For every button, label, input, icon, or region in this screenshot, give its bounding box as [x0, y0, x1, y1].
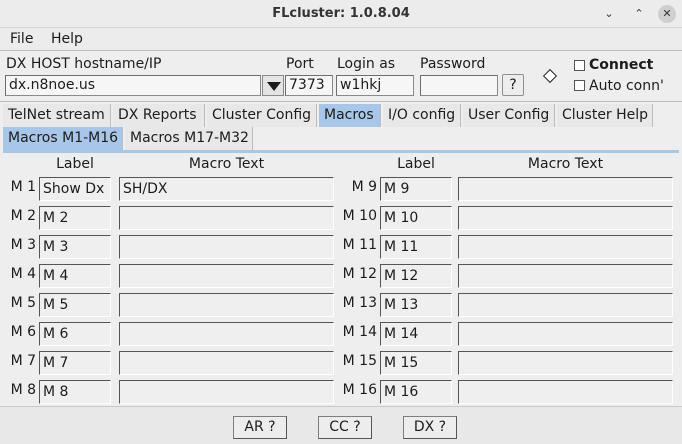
macro-text-input[interactable] — [458, 235, 673, 259]
macro-row-id: M 16 — [342, 382, 377, 398]
macro-label-input[interactable]: M 3 — [39, 235, 111, 259]
tab-user-config[interactable]: User Config — [463, 104, 555, 127]
tab-macros-m1-m16[interactable]: Macros M1-M16 — [3, 127, 123, 150]
bottom-button-bar: AR ? CC ? DX ? — [0, 406, 682, 444]
macro-text-input[interactable] — [458, 264, 673, 288]
macro-text-input[interactable] — [119, 322, 334, 346]
macro-row-id: M 11 — [342, 237, 377, 253]
minimize-icon[interactable]: ⌄ — [600, 5, 618, 23]
macro-text-input[interactable] — [458, 380, 673, 404]
macro-subtabbar: Macros M1-M16 Macros M17-M32 — [3, 127, 679, 150]
auto-connect-checkbox[interactable] — [574, 80, 585, 91]
macro-row-id: M 7 — [10, 353, 36, 369]
macro-label-input[interactable]: M 5 — [39, 293, 111, 317]
tab-cluster-help[interactable]: Cluster Help — [557, 104, 653, 127]
macro-label-input[interactable]: M 13 — [380, 293, 452, 317]
dx-help-button[interactable]: DX ? — [403, 416, 457, 439]
password-label: Password — [420, 56, 486, 72]
ar-help-button[interactable]: AR ? — [233, 416, 287, 439]
macro-row-id: M 6 — [10, 324, 36, 340]
tab-io-config[interactable]: I/O config — [383, 104, 461, 127]
macro-row-id: M 12 — [342, 266, 377, 282]
macro-label-input[interactable]: M 6 — [39, 322, 111, 346]
connect-checkbox[interactable] — [574, 60, 585, 71]
macro-label-input[interactable]: M 2 — [39, 206, 111, 230]
close-icon[interactable]: ✕ — [658, 5, 676, 23]
title-bar: FLcluster: 1.0.8.04 ⌄ ⌃ ✕ — [0, 0, 682, 28]
host-dropdown-button[interactable] — [262, 75, 284, 96]
tab-macros[interactable]: Macros — [319, 104, 381, 127]
macro-row-id: M 13 — [342, 295, 377, 311]
right-label-header: Label — [397, 156, 435, 172]
macro-text-input[interactable] — [119, 206, 334, 230]
macro-text-input[interactable] — [458, 206, 673, 230]
password-help-button[interactable]: ? — [502, 74, 524, 96]
port-label: Port — [286, 56, 314, 72]
macro-label-input[interactable]: M 10 — [380, 206, 452, 230]
subtab-underline — [3, 150, 679, 153]
macro-text-input[interactable] — [458, 322, 673, 346]
menu-bar: File Help — [0, 28, 682, 50]
window-title: FLcluster: 1.0.8.04 — [272, 6, 410, 21]
left-label-header: Label — [56, 156, 94, 172]
right-macro-text-header: Macro Text — [527, 156, 604, 172]
macro-label-input[interactable]: M 8 — [39, 380, 111, 404]
macro-label-input[interactable]: M 9 — [380, 177, 452, 201]
connect-label: Connect — [589, 57, 654, 73]
macro-text-input[interactable] — [119, 264, 334, 288]
macro-text-input[interactable]: SH/DX — [119, 177, 334, 201]
menu-divider — [0, 50, 682, 51]
macro-text-input[interactable] — [119, 351, 334, 375]
tab-macros-m17-m32[interactable]: Macros M17-M32 — [125, 127, 253, 150]
tab-telnet-stream[interactable]: TelNet stream — [3, 104, 111, 127]
tab-dx-reports[interactable]: DX Reports — [113, 104, 205, 127]
main-tabbar: TelNet stream DX Reports Cluster Config … — [3, 104, 679, 127]
macro-text-input[interactable] — [119, 380, 334, 404]
tab-cluster-config[interactable]: Cluster Config — [207, 104, 317, 127]
auto-connect-label: Auto conn' — [589, 78, 664, 94]
menu-file[interactable]: File — [8, 28, 35, 50]
macro-label-input[interactable]: M 14 — [380, 322, 452, 346]
macro-row-id: M 14 — [342, 324, 377, 340]
login-input[interactable]: w1hkj — [336, 75, 414, 96]
macro-row-id: M 15 — [342, 353, 377, 369]
macro-row-id: M 8 — [10, 382, 36, 398]
maximize-icon[interactable]: ⌃ — [630, 5, 648, 23]
host-divider — [0, 101, 682, 102]
macro-row-id: M 1 — [10, 179, 36, 195]
macro-row-id: M 4 — [10, 266, 36, 282]
macro-row-id: M 9 — [351, 179, 377, 195]
macro-text-input[interactable] — [119, 293, 334, 317]
macro-label-input[interactable]: Show Dx — [39, 177, 111, 201]
macro-label-input[interactable]: M 11 — [380, 235, 452, 259]
macro-text-input[interactable] — [458, 293, 673, 317]
password-input[interactable] — [420, 75, 498, 96]
macro-label-input[interactable]: M 4 — [39, 264, 111, 288]
connection-state-icon — [542, 68, 558, 84]
macro-label-input[interactable]: M 7 — [39, 351, 111, 375]
macro-text-input[interactable] — [458, 177, 673, 201]
host-label: DX HOST hostname/IP — [6, 56, 162, 72]
macro-label-input[interactable]: M 15 — [380, 351, 452, 375]
macro-label-input[interactable]: M 12 — [380, 264, 452, 288]
macro-row-id: M 10 — [342, 208, 377, 224]
left-macro-text-header: Macro Text — [188, 156, 265, 172]
host-input[interactable]: dx.n8noe.us — [5, 75, 261, 96]
port-input[interactable]: 7373 — [285, 75, 333, 96]
macro-row-id: M 2 — [10, 208, 36, 224]
chevron-down-icon — [267, 82, 281, 91]
cc-help-button[interactable]: CC ? — [318, 416, 372, 439]
macro-text-input[interactable] — [119, 235, 334, 259]
macro-row-id: M 3 — [10, 237, 36, 253]
macro-label-input[interactable]: M 16 — [380, 380, 452, 404]
macro-text-input[interactable] — [458, 351, 673, 375]
menu-help[interactable]: Help — [49, 28, 85, 50]
login-label: Login as — [337, 56, 396, 72]
macro-row-id: M 5 — [10, 295, 36, 311]
